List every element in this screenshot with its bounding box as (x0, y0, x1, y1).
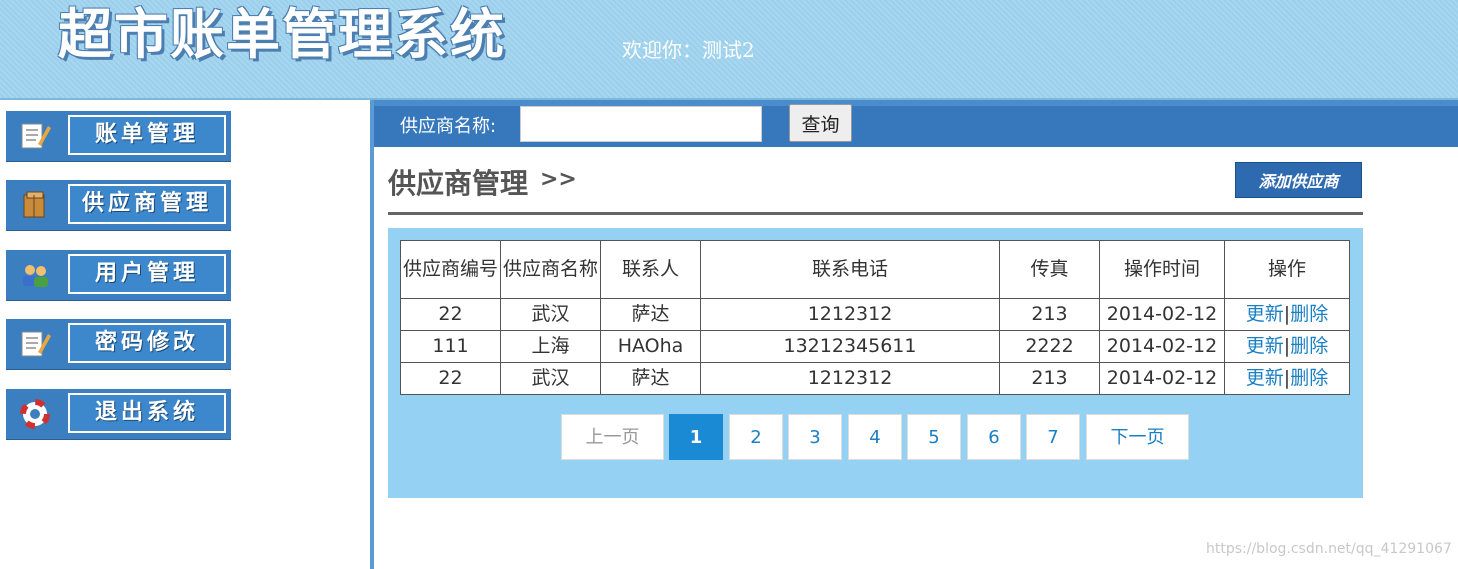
cell-time: 2014-02-12 (1099, 298, 1225, 331)
pagination-page-6[interactable]: 6 (967, 414, 1021, 460)
sidebar-item-suppliers[interactable]: 供应商管理 (6, 180, 231, 230)
pagination-next[interactable]: 下一页 (1086, 414, 1189, 460)
delete-link[interactable]: 删除 (1290, 367, 1328, 389)
cell-contact: 萨达 (600, 362, 701, 395)
column-header: 操作 (1224, 240, 1350, 299)
supplier-name-input[interactable] (520, 106, 762, 142)
cell-time: 2014-02-12 (1099, 330, 1225, 363)
table-row: 22 武汉 萨达 1212312 213 2014-02-12 更新|删除 (400, 298, 1350, 331)
sidebar-item-label: 退出系统 (68, 393, 226, 433)
sidebar-item-label: 供应商管理 (68, 184, 226, 224)
page-title-suffix: >> (540, 167, 577, 192)
cell-phone: 1212312 (700, 298, 1000, 331)
column-header: 操作时间 (1099, 240, 1225, 299)
users-icon (18, 259, 52, 291)
cell-actions: 更新|删除 (1224, 298, 1350, 331)
search-label: 供应商名称: (400, 116, 497, 137)
pagination-page-2[interactable]: 2 (729, 414, 783, 460)
cell-contact: HAOha (600, 330, 701, 363)
sidebar: 账单管理 供应商管理 用户管理 密码修改 退出系统 (0, 100, 370, 569)
cell-time: 2014-02-12 (1099, 362, 1225, 395)
app-header: 超市账单管理系统 欢迎你：测试2 (0, 0, 1458, 100)
sidebar-item-bills[interactable]: 账单管理 (6, 111, 231, 161)
search-button[interactable]: 查询 (789, 104, 852, 142)
cell-id: 22 (400, 362, 501, 395)
pagination-prev[interactable]: 上一页 (561, 414, 664, 460)
sidebar-item-password[interactable]: 密码修改 (6, 319, 231, 369)
column-header: 联系电话 (700, 240, 1000, 299)
cell-id: 22 (400, 298, 501, 331)
add-supplier-button[interactable]: 添加供应商 (1235, 162, 1362, 198)
table-row: 22 武汉 萨达 1212312 213 2014-02-12 更新|删除 (400, 362, 1350, 395)
column-header: 联系人 (600, 240, 701, 299)
sidebar-item-logout[interactable]: 退出系统 (6, 389, 231, 439)
column-header: 供应商编号 (400, 240, 501, 299)
cell-fax: 213 (999, 298, 1100, 331)
delete-link[interactable]: 删除 (1290, 303, 1328, 325)
page-title: 供应商管理 (388, 167, 529, 200)
supplier-table: 供应商编号 供应商名称 联系人 联系电话 传真 操作时间 操作 22 武汉 萨达… (400, 240, 1350, 395)
notepad-icon (18, 328, 52, 360)
box-icon (18, 189, 52, 221)
cell-actions: 更新|删除 (1224, 330, 1350, 363)
pagination-page-1[interactable]: 1 (669, 414, 723, 460)
pagination-page-4[interactable]: 4 (848, 414, 902, 460)
cell-fax: 213 (999, 362, 1100, 395)
update-link[interactable]: 更新 (1246, 367, 1284, 389)
column-header: 传真 (999, 240, 1100, 299)
cell-name: 武汉 (500, 362, 601, 395)
table-header-row: 供应商编号 供应商名称 联系人 联系电话 传真 操作时间 操作 (400, 240, 1350, 299)
pagination-page-7[interactable]: 7 (1026, 414, 1080, 460)
welcome-text: 欢迎你：测试2 (622, 38, 755, 62)
notepad-icon (18, 120, 52, 152)
update-link[interactable]: 更新 (1246, 335, 1284, 357)
cell-fax: 2222 (999, 330, 1100, 363)
delete-link[interactable]: 删除 (1290, 335, 1328, 357)
pagination-page-3[interactable]: 3 (788, 414, 842, 460)
title-divider (388, 212, 1363, 215)
watermark-text: https://blog.csdn.net/qq_41291067 (1206, 541, 1452, 557)
cell-contact: 萨达 (600, 298, 701, 331)
lifebuoy-icon (18, 398, 52, 430)
sidebar-divider (370, 100, 374, 569)
cell-name: 武汉 (500, 298, 601, 331)
sidebar-item-label: 账单管理 (68, 115, 226, 155)
sidebar-item-users[interactable]: 用户管理 (6, 250, 231, 300)
app-logo: 超市账单管理系统 (58, 3, 506, 66)
pagination-page-5[interactable]: 5 (907, 414, 961, 460)
cell-id: 111 (400, 330, 501, 363)
cell-phone: 13212345611 (700, 330, 1000, 363)
search-bar: 供应商名称: 查询 (374, 100, 1458, 147)
sidebar-item-label: 用户管理 (68, 254, 226, 294)
cell-phone: 1212312 (700, 362, 1000, 395)
table-row: 111 上海 HAOha 13212345611 2222 2014-02-12… (400, 330, 1350, 363)
cell-actions: 更新|删除 (1224, 362, 1350, 395)
cell-name: 上海 (500, 330, 601, 363)
sidebar-item-label: 密码修改 (68, 323, 226, 363)
update-link[interactable]: 更新 (1246, 303, 1284, 325)
column-header: 供应商名称 (500, 240, 601, 299)
